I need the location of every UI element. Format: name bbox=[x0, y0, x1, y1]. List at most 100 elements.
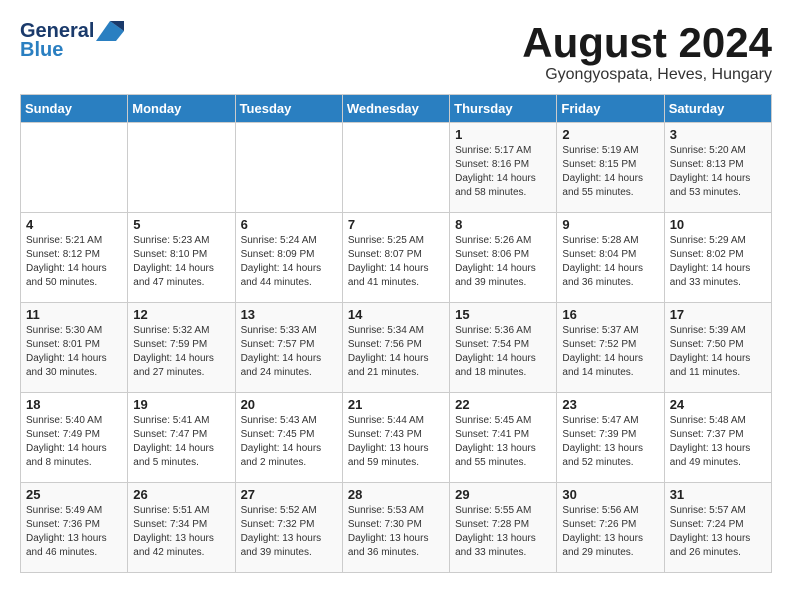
day-info: Sunrise: 5:24 AM Sunset: 8:09 PM Dayligh… bbox=[241, 234, 337, 290]
day-number: 1 bbox=[455, 127, 551, 142]
day-info: Sunrise: 5:51 AM Sunset: 7:34 PM Dayligh… bbox=[133, 504, 229, 560]
calendar-cell: 11 Sunrise: 5:30 AM Sunset: 8:01 PM Dayli… bbox=[21, 303, 128, 393]
calendar-cell: 16 Sunrise: 5:37 AM Sunset: 7:52 PM Dayli… bbox=[557, 303, 664, 393]
calendar-cell: 26 Sunrise: 5:51 AM Sunset: 7:34 PM Dayli… bbox=[128, 483, 235, 573]
day-number: 11 bbox=[26, 307, 122, 322]
weekday-header-cell: Wednesday bbox=[342, 95, 449, 123]
day-info: Sunrise: 5:40 AM Sunset: 7:49 PM Dayligh… bbox=[26, 414, 122, 470]
day-number: 20 bbox=[241, 397, 337, 412]
calendar-week-row: 25 Sunrise: 5:49 AM Sunset: 7:36 PM Dayli… bbox=[21, 483, 772, 573]
weekday-header-cell: Friday bbox=[557, 95, 664, 123]
weekday-header-cell: Monday bbox=[128, 95, 235, 123]
calendar-week-row: 4 Sunrise: 5:21 AM Sunset: 8:12 PM Daylig… bbox=[21, 213, 772, 303]
logo-blue-text: Blue bbox=[20, 39, 63, 62]
page-header: General Blue August 2024 Gyongyospata, H… bbox=[20, 20, 772, 84]
calendar-cell: 22Sunrise: 5:45 AM Sunset: 7:41 PM Dayli… bbox=[450, 393, 557, 483]
calendar-cell bbox=[342, 123, 449, 213]
calendar-cell: 24Sunrise: 5:48 AM Sunset: 7:37 PM Dayli… bbox=[664, 393, 771, 483]
calendar-cell: 6 Sunrise: 5:24 AM Sunset: 8:09 PM Daylig… bbox=[235, 213, 342, 303]
logo: General Blue bbox=[20, 20, 124, 62]
day-info: Sunrise: 5:43 AM Sunset: 7:45 PM Dayligh… bbox=[241, 414, 337, 470]
day-number: 26 bbox=[133, 487, 229, 502]
day-number: 18 bbox=[26, 397, 122, 412]
calendar-cell: 21 Sunrise: 5:44 AM Sunset: 7:43 PM Dayli… bbox=[342, 393, 449, 483]
logo-icon bbox=[96, 21, 124, 41]
day-info: Sunrise: 5:29 AM Sunset: 8:02 PM Dayligh… bbox=[670, 234, 766, 290]
day-info: Sunrise: 5:25 AM Sunset: 8:07 PM Dayligh… bbox=[348, 234, 444, 290]
day-number: 16 bbox=[562, 307, 658, 322]
calendar-cell bbox=[235, 123, 342, 213]
day-info: Sunrise: 5:32 AM Sunset: 7:59 PM Dayligh… bbox=[133, 324, 229, 380]
day-number: 9 bbox=[562, 217, 658, 232]
calendar-cell bbox=[21, 123, 128, 213]
day-info: Sunrise: 5:34 AM Sunset: 7:56 PM Dayligh… bbox=[348, 324, 444, 380]
day-number: 23 bbox=[562, 397, 658, 412]
day-info: Sunrise: 5:33 AM Sunset: 7:57 PM Dayligh… bbox=[241, 324, 337, 380]
weekday-header-cell: Saturday bbox=[664, 95, 771, 123]
day-info: Sunrise: 5:52 AM Sunset: 7:32 PM Dayligh… bbox=[241, 504, 337, 560]
day-number: 30 bbox=[562, 487, 658, 502]
calendar-cell: 7 Sunrise: 5:25 AM Sunset: 8:07 PM Daylig… bbox=[342, 213, 449, 303]
day-info: Sunrise: 5:53 AM Sunset: 7:30 PM Dayligh… bbox=[348, 504, 444, 560]
day-number: 4 bbox=[26, 217, 122, 232]
calendar-cell: 20 Sunrise: 5:43 AM Sunset: 7:45 PM Dayli… bbox=[235, 393, 342, 483]
day-info: Sunrise: 5:26 AM Sunset: 8:06 PM Dayligh… bbox=[455, 234, 551, 290]
calendar-cell: 27 Sunrise: 5:52 AM Sunset: 7:32 PM Dayli… bbox=[235, 483, 342, 573]
day-info: Sunrise: 5:41 AM Sunset: 7:47 PM Dayligh… bbox=[133, 414, 229, 470]
weekday-header-row: SundayMondayTuesdayWednesdayThursdayFrid… bbox=[21, 95, 772, 123]
calendar-cell: 30 Sunrise: 5:56 AM Sunset: 7:26 PM Dayli… bbox=[557, 483, 664, 573]
calendar-cell: 19 Sunrise: 5:41 AM Sunset: 7:47 PM Dayli… bbox=[128, 393, 235, 483]
calendar-cell: 12 Sunrise: 5:32 AM Sunset: 7:59 PM Dayli… bbox=[128, 303, 235, 393]
day-number: 19 bbox=[133, 397, 229, 412]
day-info: Sunrise: 5:19 AM Sunset: 8:15 PM Dayligh… bbox=[562, 144, 658, 200]
day-info: Sunrise: 5:56 AM Sunset: 7:26 PM Dayligh… bbox=[562, 504, 658, 560]
day-number: 14 bbox=[348, 307, 444, 322]
day-info: Sunrise: 5:39 AM Sunset: 7:50 PM Dayligh… bbox=[670, 324, 766, 380]
day-number: 2 bbox=[562, 127, 658, 142]
month-title: August 2024 bbox=[522, 20, 772, 66]
day-info: Sunrise: 5:49 AM Sunset: 7:36 PM Dayligh… bbox=[26, 504, 122, 560]
day-info: Sunrise: 5:57 AM Sunset: 7:24 PM Dayligh… bbox=[670, 504, 766, 560]
day-number: 15 bbox=[455, 307, 551, 322]
day-number: 6 bbox=[241, 217, 337, 232]
day-number: 28 bbox=[348, 487, 444, 502]
day-info: Sunrise: 5:36 AM Sunset: 7:54 PM Dayligh… bbox=[455, 324, 551, 380]
day-number: 29 bbox=[455, 487, 551, 502]
day-number: 25 bbox=[26, 487, 122, 502]
day-number: 31 bbox=[670, 487, 766, 502]
calendar-cell: 23Sunrise: 5:47 AM Sunset: 7:39 PM Dayli… bbox=[557, 393, 664, 483]
day-info: Sunrise: 5:28 AM Sunset: 8:04 PM Dayligh… bbox=[562, 234, 658, 290]
day-number: 27 bbox=[241, 487, 337, 502]
day-number: 8 bbox=[455, 217, 551, 232]
day-info: Sunrise: 5:17 AM Sunset: 8:16 PM Dayligh… bbox=[455, 144, 551, 200]
calendar-cell: 2 Sunrise: 5:19 AM Sunset: 8:15 PM Daylig… bbox=[557, 123, 664, 213]
day-number: 10 bbox=[670, 217, 766, 232]
calendar-cell: 5Sunrise: 5:23 AM Sunset: 8:10 PM Daylig… bbox=[128, 213, 235, 303]
calendar-cell: 1 Sunrise: 5:17 AM Sunset: 8:16 PM Daylig… bbox=[450, 123, 557, 213]
day-info: Sunrise: 5:55 AM Sunset: 7:28 PM Dayligh… bbox=[455, 504, 551, 560]
calendar-cell bbox=[128, 123, 235, 213]
day-number: 7 bbox=[348, 217, 444, 232]
calendar-cell: 15 Sunrise: 5:36 AM Sunset: 7:54 PM Dayli… bbox=[450, 303, 557, 393]
weekday-header-cell: Thursday bbox=[450, 95, 557, 123]
day-info: Sunrise: 5:37 AM Sunset: 7:52 PM Dayligh… bbox=[562, 324, 658, 380]
day-number: 22 bbox=[455, 397, 551, 412]
calendar-cell: 14 Sunrise: 5:34 AM Sunset: 7:56 PM Dayli… bbox=[342, 303, 449, 393]
calendar-week-row: 11 Sunrise: 5:30 AM Sunset: 8:01 PM Dayli… bbox=[21, 303, 772, 393]
day-info: Sunrise: 5:21 AM Sunset: 8:12 PM Dayligh… bbox=[26, 234, 122, 290]
day-info: Sunrise: 5:20 AM Sunset: 8:13 PM Dayligh… bbox=[670, 144, 766, 200]
calendar-cell: 28 Sunrise: 5:53 AM Sunset: 7:30 PM Dayli… bbox=[342, 483, 449, 573]
calendar-week-row: 1 Sunrise: 5:17 AM Sunset: 8:16 PM Daylig… bbox=[21, 123, 772, 213]
calendar-cell: 13 Sunrise: 5:33 AM Sunset: 7:57 PM Dayli… bbox=[235, 303, 342, 393]
calendar-table: SundayMondayTuesdayWednesdayThursdayFrid… bbox=[20, 94, 772, 573]
weekday-header-cell: Tuesday bbox=[235, 95, 342, 123]
weekday-header-cell: Sunday bbox=[21, 95, 128, 123]
day-info: Sunrise: 5:44 AM Sunset: 7:43 PM Dayligh… bbox=[348, 414, 444, 470]
calendar-cell: 31 Sunrise: 5:57 AM Sunset: 7:24 PM Dayli… bbox=[664, 483, 771, 573]
day-number: 12 bbox=[133, 307, 229, 322]
day-info: Sunrise: 5:48 AM Sunset: 7:37 PM Dayligh… bbox=[670, 414, 766, 470]
day-info: Sunrise: 5:30 AM Sunset: 8:01 PM Dayligh… bbox=[26, 324, 122, 380]
day-number: 17 bbox=[670, 307, 766, 322]
day-number: 13 bbox=[241, 307, 337, 322]
day-number: 21 bbox=[348, 397, 444, 412]
